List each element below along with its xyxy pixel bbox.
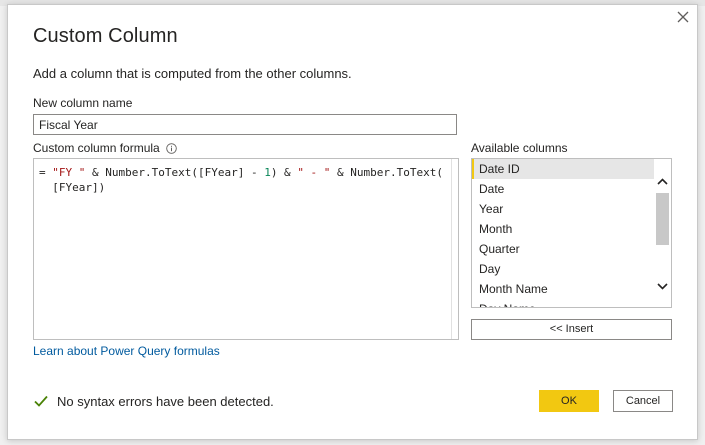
- formula-label-row: Custom column formula: [33, 141, 177, 155]
- info-icon[interactable]: [165, 142, 177, 154]
- ok-button[interactable]: OK: [539, 390, 599, 412]
- syntax-status: No syntax errors have been detected.: [33, 393, 274, 409]
- formula-text[interactable]: = "FY " & Number.ToText([FYear] - 1) & "…: [39, 165, 443, 195]
- list-item[interactable]: Date: [472, 179, 655, 199]
- formula-label: Custom column formula: [33, 141, 160, 155]
- list-item[interactable]: Month Name: [472, 279, 655, 299]
- learn-power-query-link[interactable]: Learn about Power Query formulas: [33, 344, 220, 358]
- list-item[interactable]: Day Name: [472, 299, 655, 307]
- chevron-up-icon[interactable]: [656, 175, 669, 188]
- formula-token: ) &: [270, 166, 298, 179]
- formula-scroll-divider: [451, 159, 452, 339]
- close-button[interactable]: [673, 7, 693, 27]
- list-item[interactable]: Day: [472, 259, 655, 279]
- formula-token: "FY ": [52, 166, 86, 179]
- insert-button[interactable]: << Insert: [471, 319, 672, 340]
- check-icon: [34, 395, 48, 407]
- new-column-name-label: New column name: [33, 96, 133, 110]
- formula-editor[interactable]: = "FY " & Number.ToText([FYear] - 1) & "…: [33, 158, 459, 340]
- chevron-down-icon[interactable]: [656, 280, 669, 293]
- formula-token: " - ": [297, 166, 331, 179]
- dialog-description: Add a column that is computed from the o…: [33, 66, 352, 81]
- list-scrollbar[interactable]: [654, 159, 671, 307]
- list-item[interactable]: Month: [472, 219, 655, 239]
- new-column-name-input[interactable]: [33, 114, 457, 135]
- list-item[interactable]: Quarter: [472, 239, 655, 259]
- formula-token: =: [39, 166, 53, 179]
- custom-column-dialog: Custom Column Add a column that is compu…: [7, 4, 698, 440]
- close-icon: [677, 11, 689, 23]
- available-columns-list[interactable]: Date ID Date Year Month Quarter Day Mont…: [471, 158, 672, 308]
- formula-token: & Number.ToText([FYear] -: [85, 166, 265, 179]
- available-columns-label: Available columns: [471, 141, 568, 155]
- syntax-status-text: No syntax errors have been detected.: [57, 393, 274, 409]
- formula-token: 1: [264, 166, 271, 179]
- dialog-title: Custom Column: [33, 25, 178, 47]
- scroll-thumb[interactable]: [656, 193, 669, 245]
- list-item[interactable]: Year: [472, 199, 655, 219]
- list-item[interactable]: Date ID: [472, 159, 655, 179]
- cancel-button[interactable]: Cancel: [613, 390, 673, 412]
